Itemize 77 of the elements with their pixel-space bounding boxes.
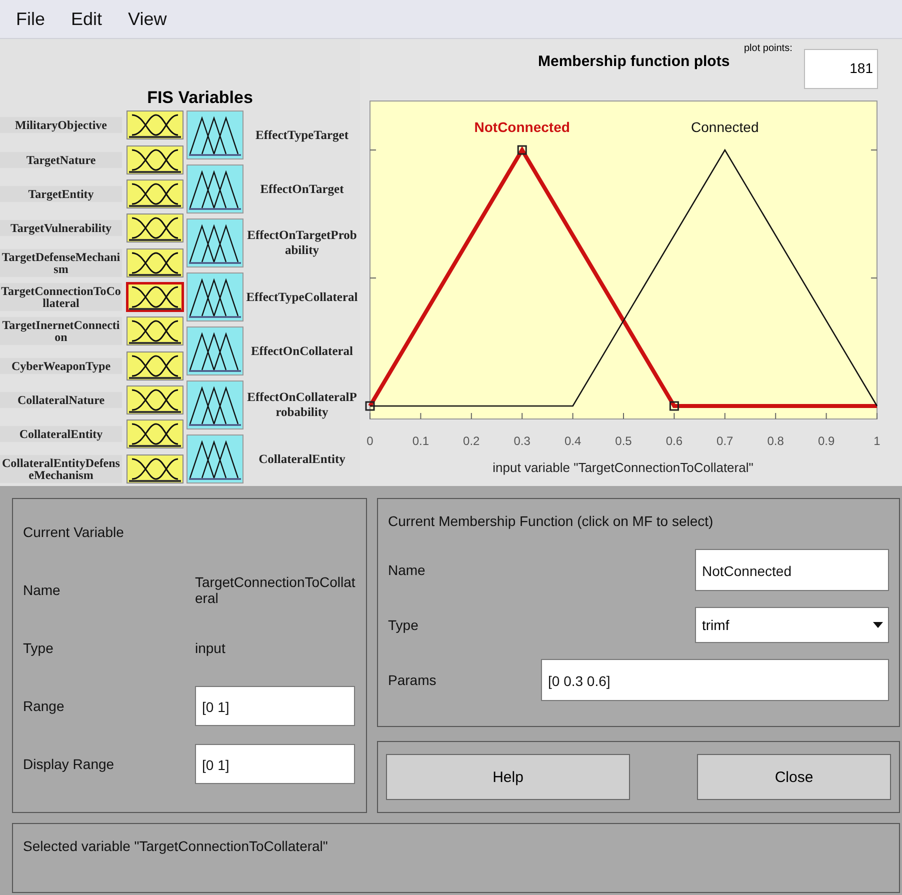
field-label: Type	[23, 640, 54, 656]
input-variable-label[interactable]: TargetVulnerability	[0, 220, 122, 236]
x-axis-label: input variable "TargetConnectionToCollateral"	[492, 460, 754, 475]
plot-points-field[interactable]: 181	[804, 49, 878, 89]
input-variable-label[interactable]: TargetNature	[0, 152, 122, 168]
x-tick-label: 0.3	[514, 434, 530, 448]
status-text: Selected variable "TargetConnectionToCollateral"	[23, 838, 328, 854]
name-field[interactable]: NotConnected	[695, 549, 889, 591]
panel-title: FIS Variables	[146, 88, 253, 108]
plot-points-label: plot points:	[744, 43, 792, 54]
input-mf-icon[interactable]	[126, 144, 184, 175]
input-variable-label[interactable]: TargetEntity	[0, 186, 122, 202]
input-variable-label[interactable]: CollateralEntity	[0, 426, 122, 442]
field-label: Name	[388, 562, 426, 578]
params-field[interactable]: [0 0.3 0.6]	[541, 659, 889, 701]
input-variable-label[interactable]: CyberWeaponType	[0, 358, 122, 374]
output-variable-label[interactable]: EffectOnCollateral	[244, 344, 360, 358]
input-mf-icon[interactable]	[126, 178, 184, 209]
mf-label: NotConnected	[474, 119, 570, 135]
output-mf-icon[interactable]	[186, 434, 244, 484]
close-button[interactable]: Close	[697, 754, 891, 800]
field-label: Params	[388, 672, 436, 688]
input-variable-label[interactable]: MilitaryObjective	[0, 117, 122, 134]
output-mf-icon[interactable]	[186, 380, 244, 430]
input-mf-icon[interactable]	[126, 110, 184, 140]
plot-title: Membership function plots	[538, 53, 730, 70]
menu-item[interactable]: Edit	[63, 6, 110, 32]
input-variable-label[interactable]: CollateralEntityDefenseMechanism	[0, 454, 122, 483]
output-mf-icon[interactable]	[186, 326, 244, 376]
x-tick-label: 0	[366, 434, 374, 448]
x-tick-label: 0.2	[463, 434, 480, 448]
field-value: TargetConnectionToCollateral	[195, 574, 356, 606]
field-label: Display Range	[23, 756, 116, 772]
input-variable-label[interactable]: TargetConnectionToCollateral	[0, 282, 122, 311]
field-label: Range	[23, 698, 66, 714]
output-variable-label[interactable]: EffectTypeCollateral	[244, 290, 360, 304]
mf-label: Connected	[691, 119, 759, 135]
input-variable-label[interactable]: TargetDefenseMechanism	[0, 248, 122, 277]
field-label: Type	[388, 617, 418, 633]
x-tick-label: 0.8	[767, 434, 784, 448]
output-variable-label[interactable]: EffectTypeTarget	[244, 128, 360, 142]
x-tick-label: 1	[874, 434, 880, 448]
help-button[interactable]: Help	[386, 754, 630, 800]
x-tick-label: 0.1	[412, 434, 430, 448]
x-tick-label: 0.9	[818, 434, 835, 448]
input-mf-icon[interactable]	[126, 316, 184, 346]
input-variable-label[interactable]: CollateralNature	[0, 392, 122, 408]
output-variable-label[interactable]: EffectOnTargetProbability	[244, 228, 360, 258]
panel-title: Current Membership Function (click on MF to select)	[388, 513, 714, 529]
input-field[interactable]: [0 1]	[195, 686, 355, 726]
field-label: Name	[23, 582, 62, 598]
input-mf-icon[interactable]	[126, 419, 184, 450]
input-mf-icon[interactable]	[126, 385, 184, 416]
output-variable-label[interactable]: EffectOnCollateralProbability	[244, 390, 360, 420]
output-mf-icon[interactable]	[186, 272, 244, 322]
output-variable-label[interactable]: EffectOnTarget	[244, 182, 360, 196]
input-mf-icon[interactable]	[126, 282, 184, 312]
output-mf-icon[interactable]	[186, 164, 244, 214]
input-mf-icon[interactable]	[126, 350, 184, 381]
input-variable-label[interactable]: TargetInernetConnection	[0, 317, 122, 346]
output-mf-icon[interactable]	[186, 110, 244, 160]
x-tick-label: 0.4	[564, 434, 582, 448]
x-tick-label: 0.7	[716, 434, 734, 448]
input-field[interactable]: [0 1]	[195, 744, 355, 784]
x-tick-label: 0.6	[666, 434, 683, 448]
output-variable-label[interactable]: CollateralEntity	[244, 452, 360, 466]
dropdown-arrow-icon[interactable]	[872, 621, 884, 629]
x-tick-label: 0.5	[615, 434, 632, 448]
field-value: input	[195, 640, 226, 656]
type-dropdown[interactable]: trimf	[695, 607, 889, 643]
menu-item[interactable]: View	[120, 6, 175, 32]
input-mf-icon[interactable]	[126, 213, 184, 244]
input-mf-icon[interactable]	[126, 454, 184, 484]
menu-item[interactable]: File	[8, 6, 54, 32]
output-mf-icon[interactable]	[186, 218, 244, 268]
panel-title: Current Variable	[23, 524, 125, 540]
input-mf-icon[interactable]	[126, 248, 184, 278]
